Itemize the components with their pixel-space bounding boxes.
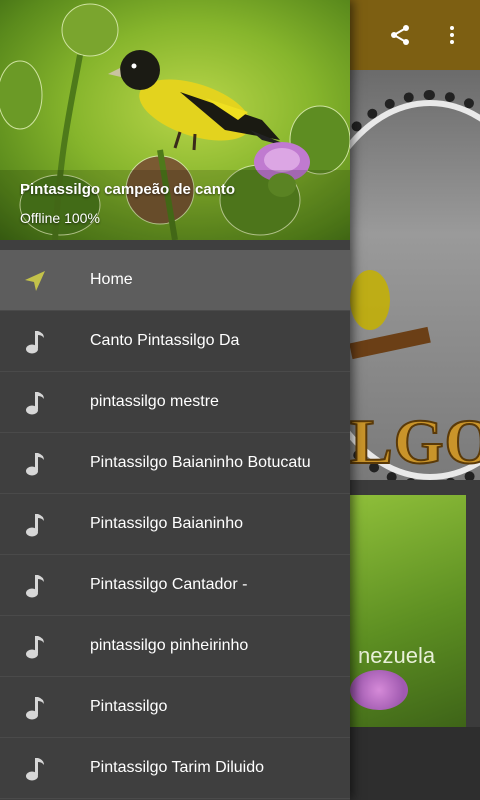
menu-item-song[interactable]: pintassilgo pinheirinho	[0, 616, 350, 677]
bird-image	[350, 270, 390, 330]
second-card-image[interactable]: nezuela	[350, 495, 466, 727]
more-vert-icon	[450, 26, 454, 44]
menu-item-song[interactable]: Pintassilgo Baianinho	[0, 494, 350, 555]
menu-item-label: Pintassilgo Baianinho	[90, 515, 243, 532]
music-note-icon	[22, 451, 48, 477]
drawer-header-subtitle: Offline 100%	[20, 210, 100, 226]
menu-item-home[interactable]: Home	[0, 250, 350, 311]
menu-item-label: Home	[90, 271, 133, 288]
music-note-icon	[22, 390, 48, 416]
navigation-arrow-icon	[22, 268, 48, 294]
menu-item-label: Pintassilgo Cantador -	[90, 576, 248, 593]
menu-item-label: pintassilgo pinheirinho	[90, 637, 249, 654]
bottom-area	[350, 727, 480, 800]
menu-item-label: Pintassilgo Baianinho Botucatu	[90, 454, 311, 471]
goldfinch-bird	[108, 50, 300, 151]
drawer-menu: Home Canto Pintassilgo Da pintassilgo me…	[0, 250, 350, 799]
menu-item-label: Canto Pintassilgo Da	[90, 332, 240, 349]
music-note-icon	[22, 634, 48, 660]
drawer-header-title: Pintassilgo campeão de canto	[20, 181, 236, 198]
menu-item-label: pintassilgo mestre	[90, 393, 219, 410]
menu-item-song[interactable]: Pintassilgo Tarim Diluido	[0, 738, 350, 799]
card-caption: nezuela	[358, 643, 436, 668]
music-note-icon	[22, 756, 48, 782]
navigation-drawer: Pintassilgo campeão de canto Offline 100…	[0, 0, 350, 800]
drawer-header: Pintassilgo campeão de canto Offline 100…	[0, 0, 350, 240]
menu-item-song[interactable]: Pintassilgo	[0, 677, 350, 738]
thistle-flower-image	[350, 670, 408, 710]
music-note-icon	[22, 573, 48, 599]
menu-item-label: Pintassilgo Tarim Diluido	[90, 759, 264, 776]
menu-item-song[interactable]: pintassilgo mestre	[0, 372, 350, 433]
card-logo-text: LGO	[350, 405, 480, 478]
music-note-icon	[22, 512, 48, 538]
menu-item-song[interactable]: Canto Pintassilgo Da	[0, 311, 350, 372]
share-button[interactable]	[376, 11, 424, 59]
music-note-icon	[22, 695, 48, 721]
music-note-icon	[22, 329, 48, 355]
share-icon	[391, 25, 409, 45]
header-image-goldfinch	[0, 3, 350, 240]
featured-card-image[interactable]: LGO	[350, 70, 480, 480]
menu-item-song[interactable]: Pintassilgo Baianinho Botucatu	[0, 433, 350, 494]
menu-item-label: Pintassilgo	[90, 698, 168, 715]
more-options-button[interactable]	[428, 11, 476, 59]
menu-item-song[interactable]: Pintassilgo Cantador -	[0, 555, 350, 616]
